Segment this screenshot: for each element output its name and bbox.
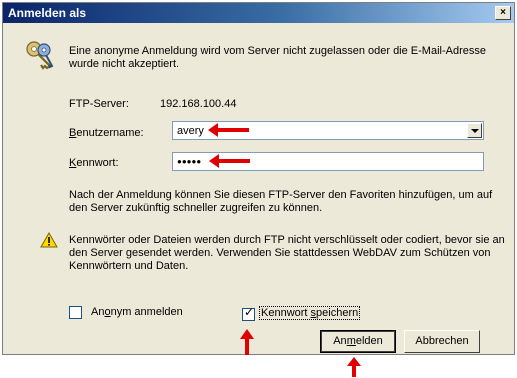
favorites-info-text: Nach der Anmeldung können Sie diesen FTP… <box>69 189 493 214</box>
close-icon: × <box>500 7 506 18</box>
security-warning-text: Kennwörter oder Dateien werden durch FTP… <box>69 234 505 272</box>
ftp-server-label: FTP-Server: <box>69 98 129 110</box>
username-label: Benutzername: <box>69 127 144 139</box>
dialog-title: Anmelden als <box>8 6 87 20</box>
annotation-arrow-username <box>208 123 249 137</box>
annotation-arrow-save-password <box>240 329 254 355</box>
ftp-server-value: 192.168.100.44 <box>160 98 237 110</box>
keys-icon <box>26 41 54 70</box>
anonymous-label[interactable]: Anonym anmelden <box>91 306 183 319</box>
warning-icon <box>40 232 58 248</box>
username-value: avery <box>177 125 204 137</box>
password-mask: ●●●●● <box>177 157 202 166</box>
annotation-arrow-password <box>209 154 250 168</box>
annotation-arrow-login <box>347 357 361 377</box>
title-bar[interactable]: Anmelden als × <box>3 3 514 23</box>
username-dropdown-button[interactable] <box>467 123 482 138</box>
login-dialog: Anmelden als × Eine anonyme Anmeldung wi… <box>2 2 515 355</box>
intro-message: Eine anonyme Anmeldung wird vom Server n… <box>69 45 486 70</box>
save-password-checkbox[interactable]: ✓ <box>242 305 255 321</box>
save-password-label[interactable]: Kennwort speichern <box>259 306 361 320</box>
login-button[interactable]: Anmelden <box>320 330 396 353</box>
password-label: Kennwort: <box>69 157 119 169</box>
checkmark-icon: ✓ <box>244 305 255 319</box>
close-button[interactable]: × <box>495 6 511 20</box>
anonymous-checkbox[interactable] <box>69 306 82 319</box>
cancel-button[interactable]: Abbrechen <box>404 330 480 353</box>
